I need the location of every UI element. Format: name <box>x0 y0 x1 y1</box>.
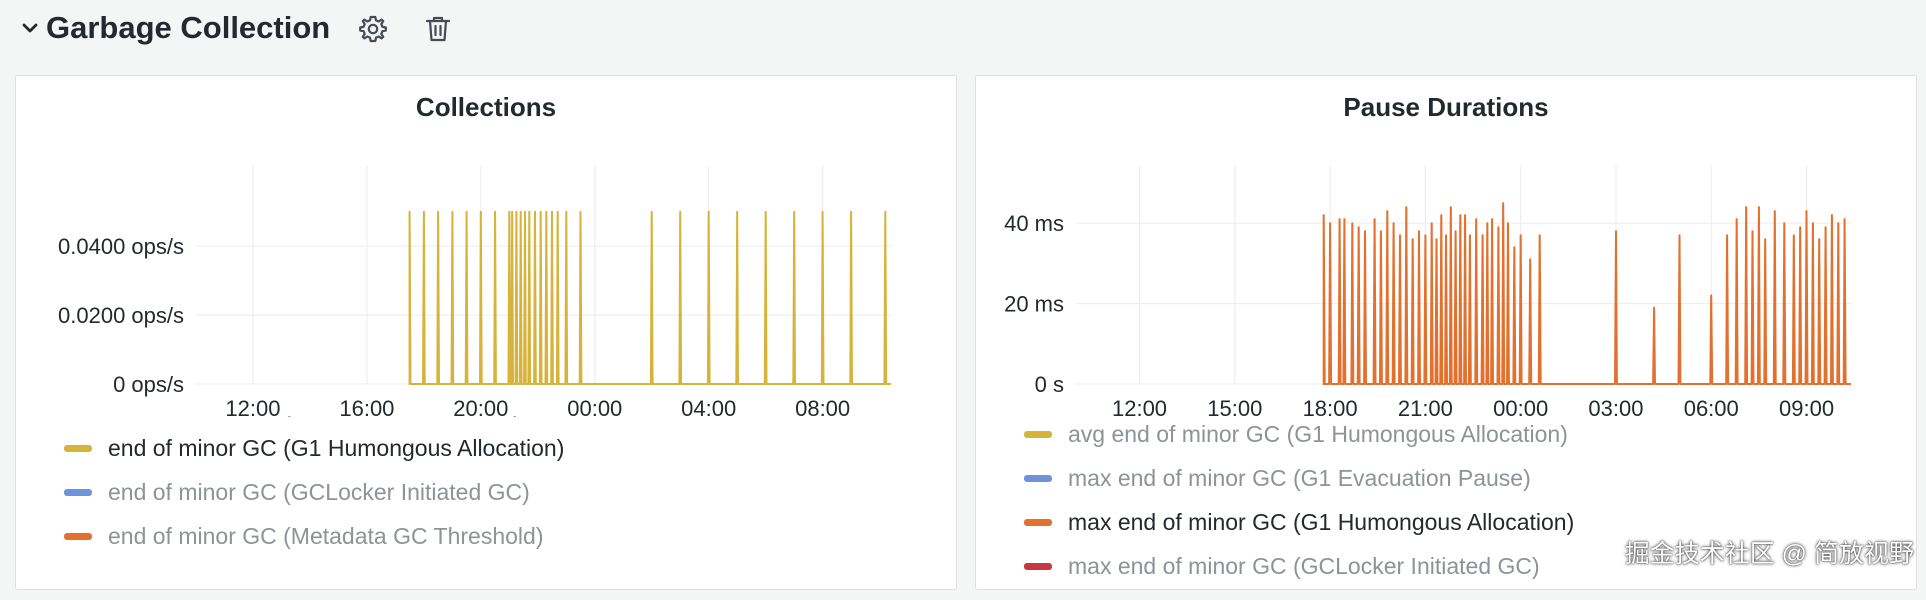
legend-item[interactable]: max end of minor GC (G1 Evacuation Pause… <box>1024 460 1531 496</box>
legend-label: end of minor GC (G1 Humongous Allocation… <box>108 434 565 461</box>
legend-label: end of minor GC (Metadata GC Threshold) <box>108 522 544 549</box>
legend-swatch <box>1024 430 1052 438</box>
x-tick-label: 00:00 <box>567 396 622 416</box>
y-tick-label: 0 ops/s <box>113 372 184 397</box>
x-tick-label: 00:00 <box>1493 396 1548 416</box>
y-tick-label: 0 s <box>1035 372 1064 397</box>
legend-label: end of minor GC (G1 Evacuation Pause) <box>108 416 521 418</box>
legend-label: max end of minor GC (GCLocker Initiated … <box>1068 552 1540 579</box>
x-tick-label: 12:00 <box>225 396 280 416</box>
legend-item[interactable]: max end of minor GC (GCLocker Initiated … <box>1024 548 1540 584</box>
legend-label: max end of minor GC (G1 Evacuation Pause… <box>1068 464 1531 491</box>
y-tick-label: 40 ms <box>1004 211 1064 236</box>
x-tick-label: 21:00 <box>1398 396 1453 416</box>
x-tick-label: 15:00 <box>1207 396 1262 416</box>
y-tick-label: 0.0200 ops/s <box>58 303 184 328</box>
legend-swatch <box>64 488 92 496</box>
x-tick-label: 08:00 <box>795 396 850 416</box>
legend-swatch <box>1024 474 1052 482</box>
legend-item[interactable]: end of minor GC (G1 Humongous Allocation… <box>64 430 564 466</box>
x-tick-label: 04:00 <box>681 396 736 416</box>
trash-icon[interactable] <box>422 13 454 45</box>
x-tick-label: 16:00 <box>339 396 394 416</box>
chevron-down-icon[interactable] <box>18 16 42 40</box>
legend-item[interactable]: end of minor GC (G1 Evacuation Pause) <box>64 416 521 422</box>
x-tick-label: 20:00 <box>453 396 508 416</box>
collections-legend: end of minor GC (G1 Evacuation Pause) end… <box>16 416 956 589</box>
legend-swatch <box>1024 518 1052 526</box>
x-tick-label: 18:00 <box>1303 396 1358 416</box>
row-header: Garbage Collection <box>0 0 1926 60</box>
x-tick-label: 06:00 <box>1684 396 1739 416</box>
gear-icon[interactable] <box>357 13 389 45</box>
x-tick-label: 09:00 <box>1779 396 1834 416</box>
legend-swatch <box>64 444 92 452</box>
y-tick-label: 0.0400 ops/s <box>58 234 184 259</box>
collections-chart: 0 ops/s 0.0200 ops/s 0.0400 ops/s 12:00 16:0… <box>58 166 891 416</box>
legend-item[interactable]: end of minor GC (GCLocker Initiated GC) <box>64 474 530 510</box>
legend-item[interactable]: max end of minor GC (G1 Humongous Alloca… <box>1024 504 1574 540</box>
legend-swatch <box>64 532 92 540</box>
legend-label: avg end of minor GC (G1 Humongous Alloca… <box>1068 420 1568 447</box>
series-line <box>1322 202 1851 385</box>
watermark: 掘金技术社区 @ 简放视野 <box>1624 540 1914 568</box>
y-tick-label: 20 ms <box>1004 292 1064 317</box>
panel-collections: Collections 0 ops/s 0.0200 ops/s 0.0400 op… <box>15 75 957 590</box>
row-title[interactable]: Garbage Collection <box>46 10 330 46</box>
legend-label: end of minor GC (GCLocker Initiated GC) <box>108 478 530 505</box>
x-tick-label: 03:00 <box>1588 396 1643 416</box>
panel-pause-durations: Pause Durations 0 s 20 ms 40 ms 12:00 15:00 1… <box>975 75 1917 590</box>
legend-item[interactable]: end of minor GC (Metadata GC Threshold) <box>64 518 543 554</box>
x-tick-label: 12:00 <box>1112 396 1167 416</box>
legend-label: max end of minor GC (G1 Humongous Alloca… <box>1068 508 1575 535</box>
legend-item[interactable]: avg end of minor GC (G1 Humongous Alloca… <box>1024 416 1568 452</box>
legend-swatch <box>1024 562 1052 570</box>
pause-durations-chart: 0 s 20 ms 40 ms 12:00 15:00 18:00 21:00 00:00 03… <box>1004 166 1851 416</box>
